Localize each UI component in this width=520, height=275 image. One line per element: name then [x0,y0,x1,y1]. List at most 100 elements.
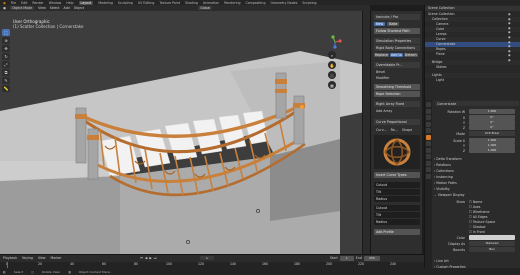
tab-compositing[interactable]: Compositing [246,1,266,5]
radius-field-2[interactable]: Radius [374,219,420,225]
menu-view[interactable]: View [38,256,46,260]
menu-window[interactable]: Window [49,1,62,5]
rigid-body-header[interactable]: Rigid Body Connections [374,45,420,51]
tilt-field-2[interactable]: Tilt [374,212,420,218]
eye-icon[interactable]: ◉ [508,58,518,62]
outliner-row[interactable]: Camera [425,22,520,27]
menu-add[interactable]: Add [64,6,70,10]
tab-layout[interactable]: Layout [78,0,94,5]
current-frame-field[interactable]: 1 [200,255,214,260]
replace-button[interactable]: Replace [374,53,390,57]
section-collections[interactable]: › Collections [434,168,519,173]
menu-file[interactable]: File [11,1,16,5]
eye-icon[interactable]: ◉ [508,44,518,48]
constraints-tab-icon[interactable] [426,160,431,166]
eye-icon[interactable]: ◉ [508,17,518,21]
section-relations[interactable]: › Relations [434,162,519,167]
orientation-dropdown[interactable]: Global [198,6,213,10]
tab-sculpting[interactable]: Sculpting [118,1,133,5]
bounds-dropdown[interactable]: Box [469,247,515,252]
menu-marker[interactable]: Marker [51,256,62,260]
detach-button[interactable]: Detach [403,53,418,57]
section-instancing[interactable]: › Instancing [434,174,519,179]
material-tab-icon[interactable] [426,173,431,179]
tab-uv-editing[interactable]: UV Editing [138,1,155,5]
add-to-button[interactable]: Add to [390,53,403,57]
camera-view-icon[interactable]: 🎥 [328,71,336,79]
jump-end-icon[interactable]: ⏭ [154,256,157,260]
eye-icon[interactable]: ◉ [508,49,518,53]
scene-tab-icon[interactable] [426,121,431,127]
display-as-dropdown[interactable]: Textured [469,241,515,246]
menu-keying[interactable]: Keying [22,256,33,260]
data-tab-icon[interactable] [426,167,431,172]
editor-type-icon[interactable]: ▣ [3,6,6,10]
outliner-row[interactable]: Ropes [425,47,520,52]
tab-shading[interactable]: Shading [185,1,198,5]
eye-icon[interactable]: ◉ [508,40,518,44]
rotation-w-field[interactable]: 1.000 [469,109,515,114]
render-tab-icon[interactable] [426,108,431,114]
blender-logo-icon[interactable]: ◉ [3,1,6,5]
right-array-header[interactable]: Right Array Fixed [374,101,420,107]
pan-hand-icon[interactable]: ✋ [328,61,336,69]
outliner-row[interactable]: Plane [425,52,520,57]
section-motion-paths[interactable]: › Motion Paths [434,180,519,185]
outliner-row[interactable]: Bridge [425,60,520,65]
play-reverse-icon[interactable]: ◀ [145,256,147,260]
tab-geometry-nodes[interactable]: Geometry Nodes [270,1,297,5]
eye-icon[interactable]: ◉ [508,53,518,57]
menu-select[interactable]: Select [50,6,60,10]
transform-icon[interactable]: ⧉ [2,69,10,76]
outliner-row[interactable]: Light [425,78,520,83]
perspective-grid-icon[interactable]: ▦ [328,81,336,89]
shape-tab[interactable]: Shape [402,128,412,132]
show-in-front-checkbox[interactable]: ☐ In Front [469,229,515,234]
section-delta-transform[interactable]: › Delta Transform [434,156,519,161]
physics-tab-icon[interactable] [426,154,431,159]
overridable-header[interactable]: Overridable Pr... [374,62,420,68]
scale-z-field[interactable]: 1.000 [469,148,515,153]
jump-start-icon[interactable]: ⏮ [140,256,143,260]
tab-texture-paint[interactable]: Texture Paint [159,1,180,5]
outliner-row-selected[interactable]: Cornerstake [425,42,520,47]
modifier-tab-icon[interactable] [426,141,431,146]
output-tab-icon[interactable] [426,115,431,120]
menu-object[interactable]: Object [74,6,84,10]
tab-rendering[interactable]: Rendering [224,1,240,5]
tilt-field-1[interactable]: Tilt [374,189,420,195]
outliner-row[interactable]: Collection [425,17,520,22]
scale-x-field[interactable]: 1.000 [469,138,515,143]
annotate-icon[interactable]: ✎ [2,77,10,84]
rotation-mode-dropdown[interactable]: XYZ Euler [469,131,515,136]
tab-scripting[interactable]: Scripting [302,1,316,5]
cutout-field-1[interactable]: Cutout [374,182,420,188]
start-frame-field[interactable]: 1 [339,256,354,261]
end-frame-field[interactable]: 250 [363,256,380,261]
re-tab[interactable]: Re... [391,128,398,132]
axis-gizmo-icon[interactable] [328,35,342,49]
measure-icon[interactable]: 📏 [2,85,10,92]
rope-selection-button[interactable]: Rope Selection [374,91,420,97]
outliner-row[interactable]: Scene Collection [425,12,520,17]
menu-playback[interactable]: Playback [3,256,17,260]
menu-edit[interactable]: Edit [21,1,27,5]
curve-proportional-header[interactable]: Curve Proportional [374,119,420,125]
outliner-row[interactable]: Curve [425,37,520,42]
insert-curve-types-button[interactable]: Insert Curve Types [374,172,420,178]
modifier-row[interactable]: Modifier [374,75,420,81]
eye-icon[interactable]: ◉ [508,21,518,25]
smoothing-threshold-field[interactable]: Smoothing Threshold [374,84,420,90]
outliner-row[interactable]: Lamps [425,32,520,37]
outliner-row[interactable]: Cube [425,27,520,32]
curve-tab[interactable]: Curv... [376,128,387,132]
simulation-properties-header[interactable]: Simulation Properties [374,38,420,44]
section-viewport-display[interactable]: ⌄ Viewport Display [434,192,519,197]
eye-icon[interactable]: ◉ [508,35,518,39]
outliner-row[interactable]: Stakes [425,65,520,70]
new-button[interactable]: New [374,22,386,26]
tool-tab-icon[interactable] [426,102,431,107]
outliner-row[interactable]: Lights [425,73,520,78]
rotation-y-field[interactable]: 0° [469,120,515,125]
object-color-swatch[interactable] [469,235,515,240]
